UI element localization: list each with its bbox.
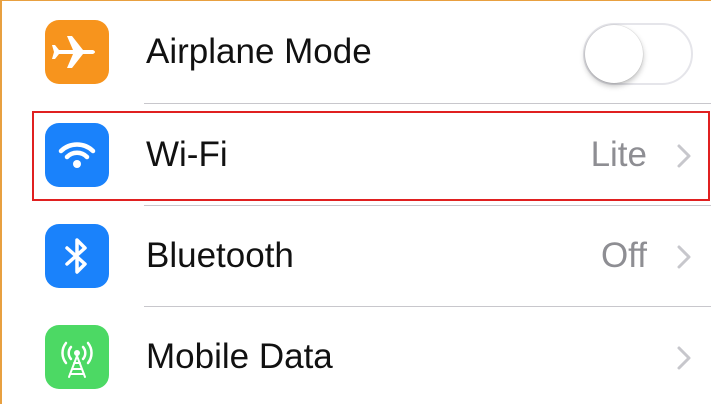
toggle-knob [585,25,643,83]
bluetooth-icon [45,224,109,288]
bluetooth-label: Bluetooth [146,236,294,275]
chevron-right-icon [677,144,691,168]
settings-row-wifi[interactable]: Wi-Fi Lite [4,105,711,205]
wifi-icon [45,123,109,187]
airplane-icon [45,20,109,84]
settings-row-airplane-mode[interactable]: Airplane Mode [4,2,711,102]
cellular-antenna-icon [45,325,109,389]
wifi-network-value: Lite [590,135,647,174]
settings-row-bluetooth[interactable]: Bluetooth Off [4,206,711,306]
wifi-label: Wi-Fi [146,135,228,174]
bluetooth-status-value: Off [600,236,647,275]
mobile-data-label: Mobile Data [146,337,333,376]
chevron-right-icon [677,346,691,370]
settings-screen: Airplane Mode Wi-Fi Lite Bluetooth Off M… [0,0,711,404]
settings-row-mobile-data[interactable]: Mobile Data [4,307,711,407]
airplane-mode-toggle[interactable] [583,23,693,85]
chevron-right-icon [677,245,691,269]
row-divider [144,103,711,104]
airplane-mode-label: Airplane Mode [146,32,372,71]
